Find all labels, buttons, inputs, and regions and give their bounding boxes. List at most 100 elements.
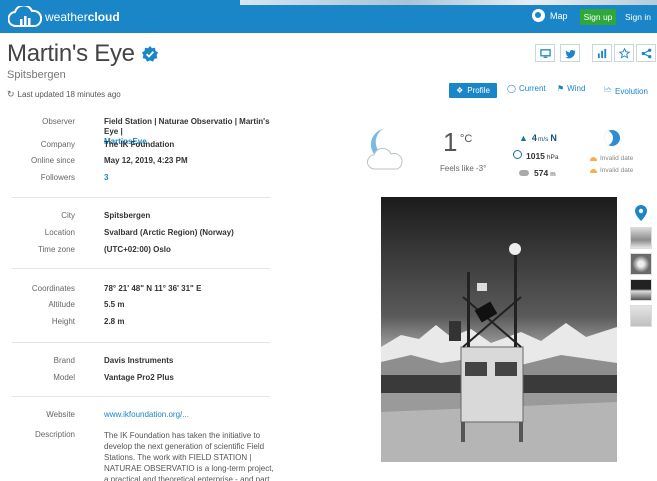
- cloud-base-value: 574: [534, 168, 549, 178]
- brand-label: Brand: [53, 356, 75, 365]
- model-value: Vantage Pro2 Plus: [104, 373, 174, 382]
- divider: [12, 268, 270, 269]
- cloud-logo-icon: [8, 6, 42, 27]
- photo-thumbnail[interactable]: [630, 305, 652, 327]
- barometer-icon: [513, 150, 522, 159]
- wind-flag-icon: ⚑: [557, 84, 565, 93]
- tab-evolution-label: Evolution: [615, 86, 648, 96]
- city-value: Spitsbergen: [104, 211, 151, 220]
- clock-icon: ◯: [507, 84, 516, 93]
- tab-current[interactable]: ◯ Current: [507, 84, 546, 93]
- photo-thumbnail[interactable]: [630, 227, 652, 249]
- description-text: The IK Foundation has taken the initiati…: [104, 431, 274, 481]
- location-label: Location: [44, 228, 75, 237]
- sunrise-icon: [590, 156, 597, 161]
- header-background-photo: [240, 0, 657, 5]
- wind-speed: 4: [531, 133, 537, 143]
- tab-wind-label: Wind: [567, 84, 586, 93]
- altitude-label: Altitude: [48, 300, 75, 309]
- altitude-value: 5.5 m: [104, 300, 125, 309]
- height-value: 2.8 m: [104, 317, 125, 326]
- night-cloud-icon: [367, 129, 403, 170]
- height-label: Height: [51, 317, 75, 326]
- twitter-button[interactable]: [560, 44, 580, 62]
- divider: [12, 396, 270, 397]
- globe-icon: [532, 9, 545, 22]
- model-label: Model: [53, 373, 75, 382]
- temperature-value: 1: [443, 127, 458, 157]
- sign-up-button[interactable]: Sign up: [580, 9, 616, 25]
- company-label: Company: [40, 140, 75, 149]
- website-label: Website: [46, 410, 75, 419]
- website-link[interactable]: www.ikfoundation.org/...: [104, 410, 274, 420]
- observer-label: Observer: [42, 117, 75, 126]
- share-button[interactable]: [636, 44, 656, 62]
- pressure-reading: 1015 hPa: [513, 150, 559, 161]
- map-label: Map: [550, 10, 568, 21]
- wind-reading: ▲ 4 m/s N: [519, 133, 557, 143]
- pressure-unit: hPa: [546, 154, 559, 161]
- station-title: Martin's Eye: [7, 40, 158, 68]
- online-since-value: May 12, 2019, 4:23 PM: [104, 156, 188, 165]
- sunset-time: Invalid date: [590, 167, 633, 174]
- tab-current-label: Current: [518, 84, 546, 93]
- wind-unit: m/s: [537, 136, 549, 143]
- last-updated: ↻ Last updated 18 minutes ago: [7, 89, 121, 100]
- line-chart-icon: 🗠: [604, 85, 613, 94]
- company-value: The IK Foundation: [104, 140, 175, 149]
- top-navigation-bar: weathercloud Map Sign up Sign in: [0, 0, 657, 33]
- coordinates-value: 78° 21' 48" N 11° 36' 31" E: [104, 284, 202, 293]
- cloud-icon: [519, 170, 529, 176]
- temperature-unit: °C: [460, 133, 473, 145]
- sunset-icon: [590, 168, 597, 173]
- time-zone-value: (UTC+02:00) Oslo: [104, 245, 171, 254]
- station-photo-image: [381, 197, 617, 462]
- location-value: Svalbard (Arctic Region) (Norway): [104, 228, 234, 237]
- last-updated-text: Last updated 18 minutes ago: [17, 90, 121, 99]
- bar-chart-icon: [597, 48, 606, 58]
- brand-light: weather: [45, 10, 88, 24]
- brand-value: Davis Instruments: [104, 356, 174, 365]
- station-photo[interactable]: [381, 197, 617, 462]
- station-location: Spitsbergen: [7, 69, 66, 81]
- coordinates-label: Coordinates: [31, 284, 75, 293]
- monitor-icon: [539, 48, 551, 58]
- wind-arrow-icon: ▲: [519, 133, 528, 143]
- tab-profile[interactable]: ❖ Profile: [449, 83, 497, 98]
- time-zone-label: Time zone: [37, 245, 75, 254]
- star-icon: [618, 47, 630, 59]
- sunrise-time: Invalid date: [590, 155, 633, 162]
- station-name: Martin's Eye: [7, 40, 135, 67]
- city-label: City: [61, 211, 75, 220]
- wind-direction: N: [550, 133, 557, 143]
- feels-like: Feels like -3°: [440, 164, 487, 173]
- sign-in-link[interactable]: Sign in: [625, 12, 651, 22]
- widget-button[interactable]: [535, 44, 555, 62]
- photo-thumbnail[interactable]: [630, 253, 652, 275]
- tab-wind[interactable]: ⚑ Wind: [557, 84, 585, 93]
- divider: [12, 197, 270, 198]
- description-label: Description: [34, 430, 75, 439]
- online-since-label: Online since: [30, 156, 75, 165]
- refresh-icon[interactable]: ↻: [7, 89, 15, 100]
- statistics-button[interactable]: [592, 44, 612, 62]
- divider: [12, 342, 270, 343]
- photo-thumbnail[interactable]: [630, 279, 652, 301]
- share-icon: [641, 48, 651, 58]
- location-pin-icon[interactable]: [635, 205, 647, 221]
- twitter-icon: [564, 49, 575, 58]
- map-link[interactable]: Map: [532, 9, 568, 22]
- followers-label: Followers: [40, 173, 75, 182]
- tab-profile-label: Profile: [467, 86, 490, 95]
- favorite-button[interactable]: [614, 44, 634, 62]
- verified-badge-icon: [141, 46, 158, 62]
- weathercloud-logo[interactable]: weathercloud: [8, 6, 120, 28]
- info-icon: ❖: [456, 86, 464, 95]
- moon-phase-icon: [604, 130, 620, 146]
- tab-evolution[interactable]: 🗠 Evolution: [604, 84, 648, 98]
- pressure-value: 1015: [526, 151, 545, 161]
- cloud-base-reading: 574 m: [519, 168, 556, 178]
- cloud-base-unit: m: [550, 171, 556, 178]
- followers-count[interactable]: 3: [104, 173, 274, 183]
- brand-bold: cloud: [87, 10, 120, 24]
